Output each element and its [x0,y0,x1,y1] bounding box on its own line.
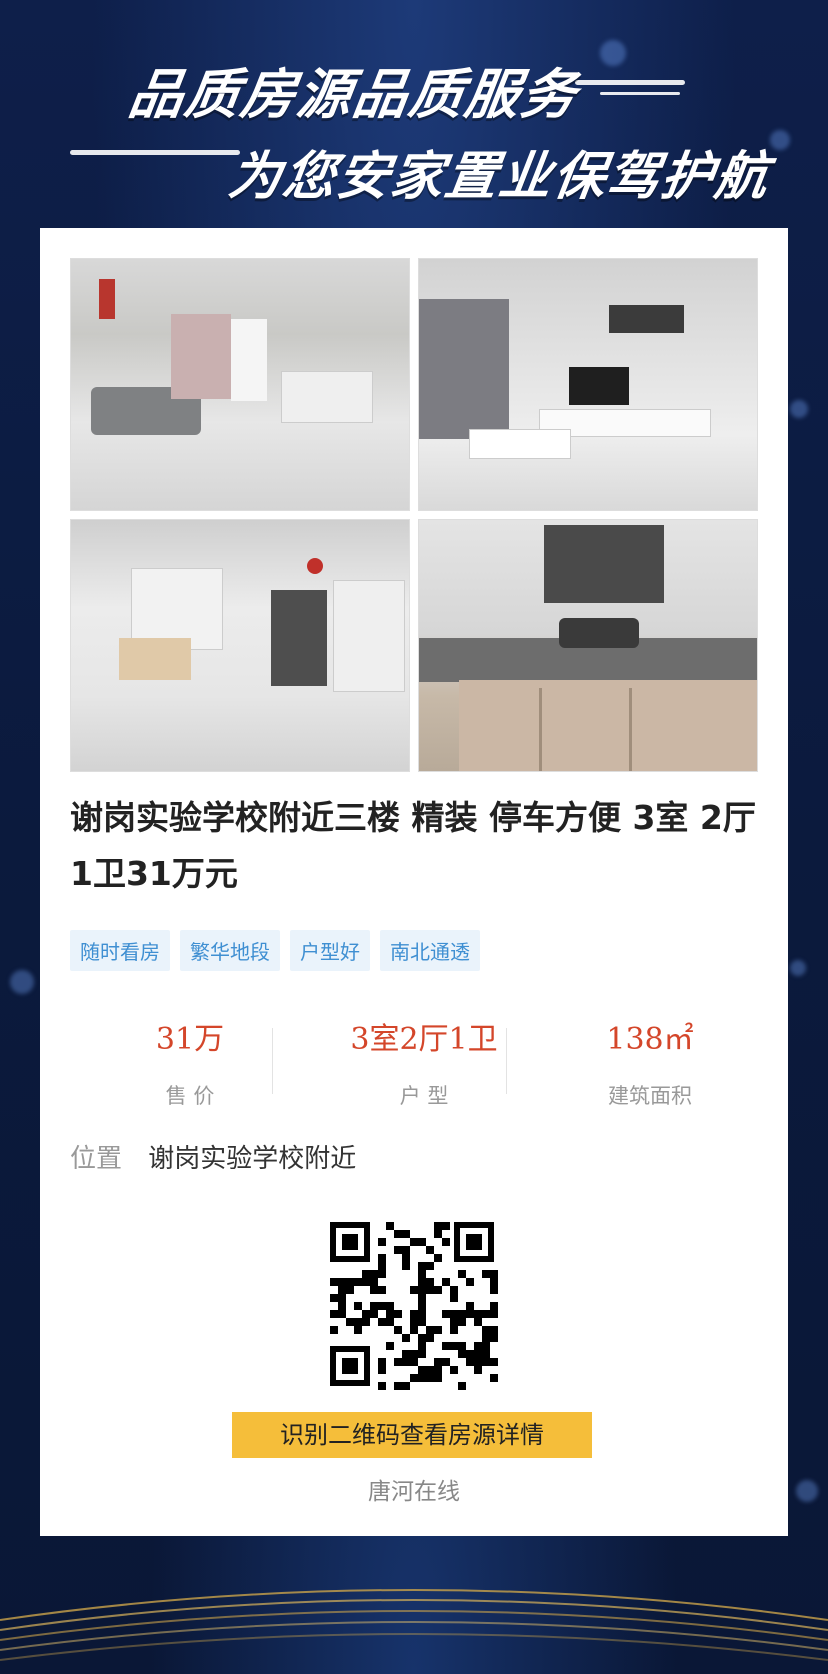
tag-item: 南北通透 [380,930,480,971]
price-value: 31万 [155,1022,225,1057]
location-label: 位置 [70,1144,123,1174]
decorative-streak [70,150,240,155]
key-stats: 31万 售 价 3室2厅1卫 户 型 138㎡ 建筑面积 [40,1018,788,1118]
location-row: 位置 谢岗实验学校附近 [70,1138,356,1175]
qr-code[interactable] [326,1218,498,1390]
listing-title: 谢岗实验学校附近三楼 精装 停车方便 3室 2厅 1卫31万元 [70,798,756,893]
layout-value: 3室2厅1卫 [350,1022,498,1057]
tag-item: 随时看房 [70,930,170,971]
headline-line-2: 为您安家置业保驾护航 [225,147,774,207]
headline-line-1: 品质房源品质服务 [124,63,582,126]
area-value: 138㎡ [606,1022,694,1057]
bokeh-light [10,970,34,994]
tag-item: 户型好 [290,930,370,971]
qr-code-icon [330,1222,498,1390]
stat-area: 138㎡ 建筑面积 [550,1018,750,1110]
bokeh-light [796,1480,818,1502]
listing-card: 谢岗实验学校附近三楼 精装 停车方便 3室 2厅 1卫31万元 随时看房 繁华地… [40,228,788,1536]
divider [506,1028,507,1094]
feature-tags: 随时看房 繁华地段 户型好 南北通透 [70,930,480,971]
bokeh-light [790,960,806,976]
area-label: 建筑面积 [608,1084,692,1108]
decorative-streak [575,80,685,85]
brand-name: 唐河在线 [368,1479,460,1505]
header-banner: 品质房源品质服务 为您安家置业保驾护航 [0,30,828,220]
living-room-photo-2[interactable] [418,258,758,511]
divider [272,1028,273,1094]
bokeh-light [790,400,808,418]
tag-item: 繁华地段 [180,930,280,971]
stat-price: 31万 售 价 [90,1018,290,1110]
location-value: 谢岗实验学校附近 [148,1144,357,1174]
scan-qr-banner: 识别二维码查看房源详情 [232,1412,592,1458]
decorative-waves [0,1589,828,1661]
dining-area-photo[interactable] [70,519,410,772]
living-room-photo-1[interactable] [70,258,410,511]
stat-layout: 3室2厅1卫 户 型 [324,1018,524,1110]
layout-label: 户 型 [399,1084,449,1108]
price-label: 售 价 [165,1084,215,1108]
photo-grid [70,258,758,772]
decorative-streak [600,92,680,95]
kitchen-photo[interactable] [418,519,758,772]
